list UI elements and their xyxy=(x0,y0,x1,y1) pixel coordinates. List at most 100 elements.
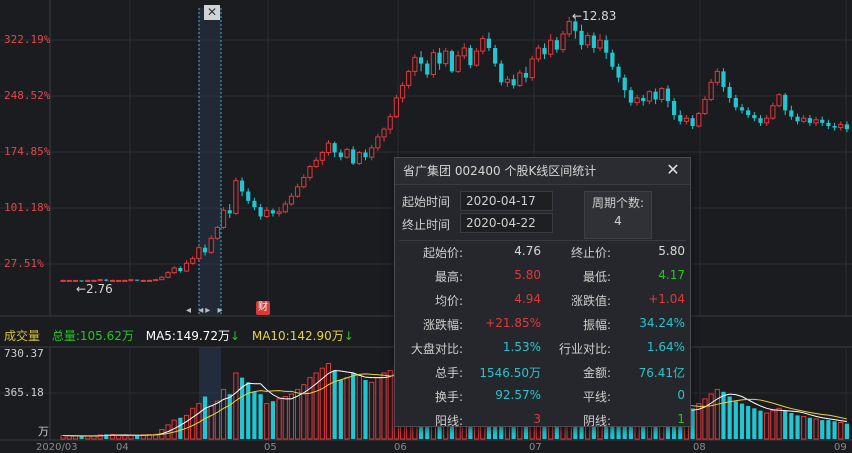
finance-badge[interactable]: 财 xyxy=(256,301,270,315)
candle xyxy=(826,122,831,126)
volume-bar xyxy=(60,434,66,440)
candle xyxy=(363,152,368,158)
candle xyxy=(683,117,690,122)
candle xyxy=(140,279,146,282)
stat-label: 振幅: xyxy=(582,318,611,332)
candle xyxy=(560,33,566,51)
candle xyxy=(813,119,819,124)
start-time-field[interactable]: 2020-04-17 xyxy=(460,191,553,211)
candle xyxy=(758,118,763,123)
candle xyxy=(208,237,214,253)
month-label: 09 xyxy=(834,442,847,453)
candle xyxy=(351,149,356,164)
candle xyxy=(196,247,202,260)
selection-handles[interactable]: ◂ ◂▸ ▸ xyxy=(186,305,224,316)
volume-bar xyxy=(387,370,393,440)
candle xyxy=(504,78,511,83)
candle xyxy=(776,94,782,107)
candle xyxy=(270,210,276,214)
candle xyxy=(128,279,134,282)
candle xyxy=(171,267,177,274)
month-label: 06 xyxy=(394,442,407,453)
candle xyxy=(807,118,812,123)
stat-value: 1 xyxy=(677,412,685,426)
down-arrow-icon: ↓ xyxy=(229,329,241,343)
candle xyxy=(529,58,535,79)
stat-value: 1.64% xyxy=(646,340,685,354)
candle xyxy=(252,200,257,208)
volume-bar xyxy=(351,372,356,439)
candle xyxy=(375,136,381,149)
candle xyxy=(746,110,751,116)
interval-stats-dialog[interactable]: 省广集团 002400 个股K线区间统计 ✕ 起始时间 2020-04-17 终… xyxy=(394,157,691,428)
candle xyxy=(190,258,196,264)
candle xyxy=(178,267,183,272)
price-tick: 101.18% xyxy=(4,201,51,214)
volume-bar xyxy=(338,380,343,439)
volume-bar xyxy=(381,372,387,440)
candle xyxy=(437,52,442,64)
close-icon[interactable]: ✕ xyxy=(664,161,682,179)
candle xyxy=(418,57,424,64)
dialog-title[interactable]: 省广集团 002400 个股K线区间统计 xyxy=(395,158,690,185)
stat-value: +21.85% xyxy=(485,316,541,330)
volume-unit: 万 xyxy=(38,425,49,438)
candle xyxy=(764,117,770,124)
candle xyxy=(820,119,825,123)
candle xyxy=(153,279,159,282)
candle xyxy=(714,70,720,83)
stat-value: 4.94 xyxy=(514,292,541,306)
candle xyxy=(319,152,325,161)
stat-label: 最高: xyxy=(434,270,463,284)
candle xyxy=(517,72,523,86)
volume-bar xyxy=(721,391,726,439)
move-both-icon[interactable]: ◂▸ xyxy=(198,305,212,316)
volume-bar xyxy=(264,403,270,440)
volume-bar xyxy=(258,394,263,439)
candle xyxy=(499,63,504,83)
volume-bar xyxy=(826,420,831,439)
down-arrow-icon: ↓ xyxy=(343,329,354,343)
close-selection-icon[interactable]: ✕ xyxy=(204,5,220,20)
candle xyxy=(239,180,245,192)
volume-bar xyxy=(252,391,257,439)
volume-bar xyxy=(708,393,714,440)
candle xyxy=(295,186,301,197)
move-right-icon[interactable]: ▸ xyxy=(217,305,224,316)
candle xyxy=(455,55,461,72)
volume-bar xyxy=(79,436,84,439)
month-label: 07 xyxy=(529,442,542,453)
move-left-icon[interactable]: ◂ xyxy=(186,305,193,316)
volume-bar xyxy=(758,410,763,439)
candle xyxy=(653,91,658,100)
end-time-field[interactable]: 2020-04-22 xyxy=(460,213,553,233)
candle xyxy=(795,116,800,122)
candle xyxy=(344,148,350,158)
volume-bar xyxy=(220,388,227,440)
candle xyxy=(60,279,66,282)
candle xyxy=(288,195,295,205)
volume-bar xyxy=(690,408,695,439)
stat-label: 阴线: xyxy=(582,414,611,428)
volume-bar xyxy=(776,407,782,440)
candle xyxy=(665,88,671,102)
volume-bar xyxy=(288,393,295,440)
candle xyxy=(554,40,559,50)
volume-bar xyxy=(233,372,239,440)
candle xyxy=(634,97,640,104)
volume-bar xyxy=(270,401,276,439)
candle xyxy=(616,66,621,78)
candle xyxy=(159,276,165,281)
volume-bar xyxy=(733,401,738,439)
candle xyxy=(832,126,837,128)
volume-bar xyxy=(276,398,282,440)
stat-label: 平线: xyxy=(582,390,611,404)
candle xyxy=(381,128,387,138)
candle xyxy=(789,110,794,117)
stat-value: 76.41亿 xyxy=(638,366,685,380)
volume-bar xyxy=(770,410,776,440)
volume-bar xyxy=(246,382,251,439)
candle xyxy=(264,209,270,217)
candle xyxy=(486,38,492,48)
candle xyxy=(535,47,541,60)
